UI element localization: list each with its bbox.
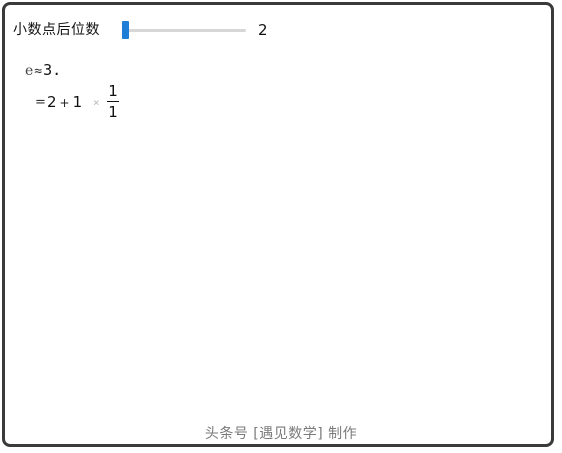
slider-value: 2 — [258, 21, 268, 39]
times-symbol: × — [93, 96, 100, 109]
e-symbol: e — [25, 63, 34, 79]
slider-track[interactable] — [122, 29, 246, 32]
footer-credit: 头条号 [遇见数学] 制作 — [204, 426, 358, 442]
notebook-output-frame: 小数点后位数 2 e≈3. = 2 +1 × 1 1 — [2, 2, 554, 447]
fraction-numerator: 1 — [108, 82, 118, 100]
fraction: 1 1 — [107, 83, 119, 120]
approx-value: 3. — [43, 61, 62, 79]
plus-symbol: + — [59, 96, 70, 110]
term-integer: 2 — [47, 93, 57, 111]
expansion-expression: 2 +1 — [47, 93, 82, 111]
fraction-bar — [107, 101, 119, 102]
decimal-places-slider[interactable] — [122, 21, 246, 39]
approximation-line: e≈3. — [25, 61, 61, 79]
term-coefficient: 1 — [72, 93, 83, 111]
approx-symbol: ≈ — [34, 64, 43, 79]
slider-label: 小数点后位数 — [13, 22, 100, 38]
fraction-denominator: 1 — [108, 103, 118, 121]
equals-symbol: = — [35, 95, 46, 110]
decimal-places-control: 小数点后位数 2 — [13, 19, 313, 43]
slider-thumb[interactable] — [122, 21, 129, 39]
